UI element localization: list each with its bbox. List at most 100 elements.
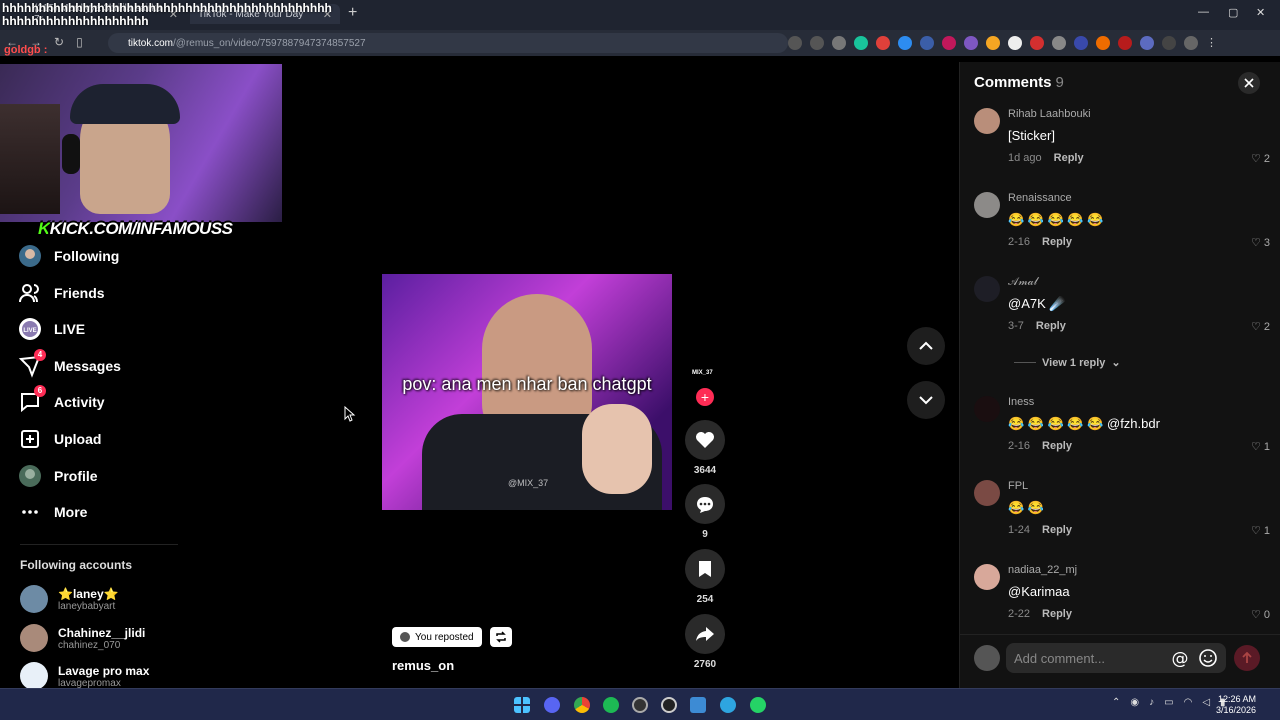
comment-like-button[interactable]: ♡ 3 <box>1251 236 1270 250</box>
extension-icon[interactable] <box>986 36 1000 50</box>
telegram-icon[interactable] <box>720 697 736 713</box>
windows-start-icon[interactable] <box>514 697 530 713</box>
extension-icon[interactable] <box>1074 36 1088 50</box>
sidebar-item-messages[interactable]: 4 Messages <box>18 349 121 381</box>
follow-plus-icon[interactable]: + <box>696 388 714 406</box>
sidebar-item-activity[interactable]: 6 Activity <box>18 385 105 417</box>
puzzle-icon[interactable] <box>1140 36 1154 50</box>
sidebar-item-label: More <box>54 504 88 520</box>
obs-icon[interactable] <box>632 697 648 713</box>
video-player[interactable]: pov: ana men nhar ban chatgpt @MIX_37 <box>382 274 672 510</box>
avatar[interactable] <box>974 192 1000 218</box>
creator-avatar-tag[interactable]: MIX_37 <box>692 370 713 376</box>
sidebar-item-more[interactable]: More <box>18 497 87 527</box>
share-button[interactable]: 2760 <box>684 614 726 670</box>
comment-like-button[interactable]: ♡ 2 <box>1251 320 1270 334</box>
extension-icon[interactable] <box>898 36 912 50</box>
comment-user[interactable]: nadiaa_22_mj <box>1008 564 1077 576</box>
mention-icon[interactable]: @ <box>1170 648 1190 668</box>
following-account[interactable]: Lavage pro max lavagepromax <box>20 662 149 690</box>
like-button[interactable]: 3644 <box>684 420 726 476</box>
discord-icon[interactable] <box>544 697 560 713</box>
comment-like-button[interactable]: ♡ 1 <box>1251 524 1270 538</box>
whatsapp-icon[interactable] <box>750 697 766 713</box>
chrome-icon[interactable] <box>574 697 590 713</box>
avatar[interactable] <box>974 480 1000 506</box>
extension-icon[interactable] <box>1030 36 1044 50</box>
menu-dots-icon[interactable]: ⋮ <box>1206 36 1220 50</box>
avatar[interactable] <box>974 108 1000 134</box>
extension-icon[interactable] <box>920 36 934 50</box>
avatar[interactable] <box>974 276 1000 302</box>
reply-button[interactable]: Reply <box>1042 440 1072 452</box>
extension-icon[interactable] <box>876 36 890 50</box>
tray-chevron-icon[interactable]: ⌃ <box>1112 697 1120 708</box>
following-account[interactable]: Chahinez__jlidi chahinez_070 <box>20 624 145 652</box>
sidebar-item-upload[interactable]: Upload <box>18 424 101 454</box>
comment-user[interactable]: Rihab Laahbouki <box>1008 108 1091 120</box>
following-account[interactable]: ⭐laney⭐ laneybabyart <box>20 585 119 613</box>
extension-icon[interactable] <box>1008 36 1022 50</box>
save-button[interactable]: 254 <box>684 549 726 605</box>
repost-button[interactable] <box>490 627 512 647</box>
view-replies-button[interactable]: View 1 reply ⌄ <box>1014 356 1121 369</box>
url-field[interactable]: tiktok.com/@remus_on/video/7597887947374… <box>108 33 788 53</box>
extension-icon[interactable] <box>1096 36 1110 50</box>
reply-button[interactable]: Reply <box>1036 320 1066 332</box>
sidebar-toggle-icon[interactable]: ▯ <box>76 35 83 49</box>
comment-button[interactable]: 9 <box>684 484 726 540</box>
avatar[interactable] <box>974 396 1000 422</box>
extension-icon[interactable] <box>964 36 978 50</box>
reload-icon[interactable]: ↻ <box>54 35 64 49</box>
profile-avatar-icon[interactable] <box>1184 36 1198 50</box>
reply-button[interactable]: Reply <box>1042 236 1072 248</box>
reply-button[interactable]: Reply <box>1054 152 1084 164</box>
next-video-button[interactable] <box>907 381 945 419</box>
spotify-icon[interactable] <box>603 697 619 713</box>
zoom-icon[interactable] <box>810 36 824 50</box>
post-comment-button[interactable] <box>1234 645 1260 671</box>
wifi-icon[interactable]: ◠ <box>1184 697 1193 708</box>
comment-input[interactable]: Add comment... <box>1006 643 1226 673</box>
taskbar-clock[interactable]: 12:26 AM 3/16/2026 <box>1208 694 1256 716</box>
sidebar-item-profile[interactable]: Profile <box>18 461 98 491</box>
new-tab-icon[interactable]: + <box>348 4 357 22</box>
comment-user[interactable]: Renaissance <box>1008 192 1072 204</box>
mic-icon[interactable]: ♪ <box>1149 697 1154 708</box>
network-icon[interactable]: ▭ <box>1164 697 1173 708</box>
reposted-badge[interactable]: You reposted <box>392 627 482 647</box>
comment-user[interactable]: FPL <box>1008 480 1028 492</box>
comment-like-button[interactable]: ♡ 2 <box>1251 152 1270 166</box>
comment-date: 1d ago <box>1008 152 1042 164</box>
install-icon[interactable] <box>788 36 802 50</box>
maximize-icon[interactable]: ▢ <box>1228 6 1238 19</box>
comment-like-button[interactable]: ♡ 1 <box>1251 440 1270 454</box>
bookmark-star-icon[interactable] <box>832 36 846 50</box>
previous-video-button[interactable] <box>907 327 945 365</box>
extension-icon[interactable] <box>1118 36 1132 50</box>
downloads-icon[interactable] <box>1162 36 1176 50</box>
sidebar-item-friends[interactable]: Friends <box>18 278 105 308</box>
extension-icon[interactable] <box>942 36 956 50</box>
minimize-icon[interactable]: — <box>1198 6 1209 18</box>
comment-user[interactable]: 𝒜𝓂𝒶𝓁 <box>1008 276 1037 289</box>
discord-tray-icon[interactable]: ◉ <box>1130 697 1139 708</box>
sidebar-item-live[interactable]: LIVE LIVE <box>18 314 85 344</box>
share-count: 2760 <box>693 659 717 670</box>
openai-icon[interactable] <box>661 697 677 713</box>
reply-button[interactable]: Reply <box>1042 524 1072 536</box>
comment-user[interactable]: Iness <box>1008 396 1034 408</box>
webcam-shelf <box>0 104 60 214</box>
avatar[interactable] <box>974 564 1000 590</box>
comment-like-button[interactable]: ♡ 0 <box>1251 608 1270 622</box>
emoji-icon[interactable] <box>1198 648 1218 668</box>
app-icon[interactable] <box>690 697 706 713</box>
close-comments-button[interactable] <box>1238 72 1260 94</box>
close-window-icon[interactable]: ✕ <box>1256 6 1265 19</box>
heart-outline-icon: ♡ <box>1251 321 1261 333</box>
extension-icon[interactable] <box>1052 36 1066 50</box>
extension-icon[interactable] <box>854 36 868 50</box>
sidebar-item-following[interactable]: Following <box>18 241 119 271</box>
reply-button[interactable]: Reply <box>1042 608 1072 620</box>
video-author[interactable]: remus_on <box>392 658 454 673</box>
